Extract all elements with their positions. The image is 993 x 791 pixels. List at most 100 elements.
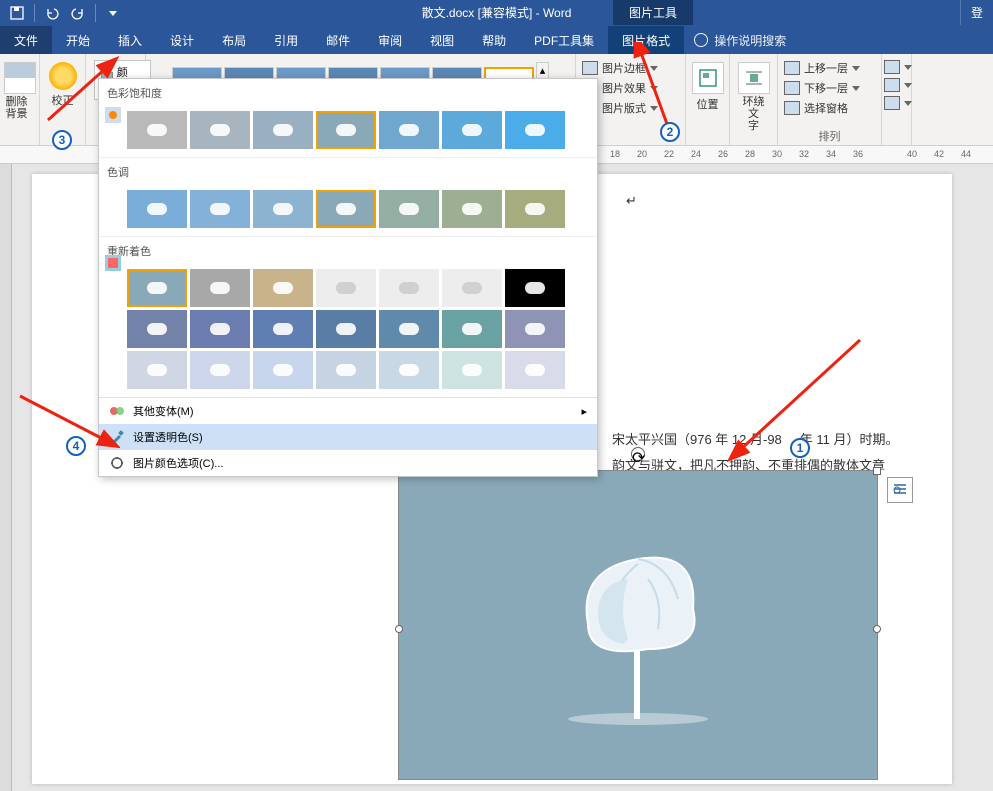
recolor-swatch[interactable] bbox=[127, 351, 187, 389]
gallery-up-icon[interactable]: ▴ bbox=[537, 63, 549, 78]
tab-view[interactable]: 视图 bbox=[416, 26, 468, 54]
save-icon[interactable] bbox=[6, 2, 28, 24]
resize-handle[interactable] bbox=[873, 625, 881, 633]
contextual-tab-label: 图片工具 bbox=[613, 0, 693, 25]
picture-border-button[interactable]: 图片边框 bbox=[582, 58, 658, 78]
annotation-badge-2: 2 bbox=[660, 122, 680, 142]
tone-swatch[interactable] bbox=[127, 190, 187, 228]
recolor-swatch[interactable] bbox=[253, 351, 313, 389]
recolor-swatch[interactable] bbox=[253, 310, 313, 348]
remove-background-button[interactable]: 删除背景 bbox=[0, 58, 40, 124]
rotate-button[interactable] bbox=[884, 94, 912, 112]
tree-illustration bbox=[528, 509, 748, 729]
tone-grid bbox=[99, 186, 597, 236]
rotate-handle[interactable]: ⟳ bbox=[631, 447, 645, 461]
annotation-badge-3: 3 bbox=[52, 130, 72, 150]
border-icon bbox=[582, 61, 598, 75]
qat-more-icon[interactable] bbox=[102, 2, 124, 24]
group-align bbox=[882, 54, 912, 145]
inserted-picture[interactable]: ⟳ bbox=[398, 470, 878, 780]
recolor-swatch[interactable] bbox=[190, 269, 250, 307]
recolor-swatch[interactable] bbox=[379, 351, 439, 389]
wrap-text-button[interactable]: 环绕文 字 bbox=[734, 58, 774, 136]
recolor-swatch[interactable] bbox=[505, 351, 565, 389]
saturation-section-title: 色彩饱和度 bbox=[99, 79, 597, 107]
recolor-swatch[interactable] bbox=[316, 269, 376, 307]
recolor-swatch[interactable] bbox=[190, 351, 250, 389]
corrections-button[interactable]: 校正 bbox=[45, 58, 81, 112]
tone-swatch[interactable] bbox=[505, 190, 565, 228]
layout-options-button[interactable] bbox=[887, 477, 913, 503]
saturation-swatch[interactable] bbox=[190, 111, 250, 149]
more-variants-item[interactable]: 其他变体(M) ▸ bbox=[99, 398, 597, 424]
login-button[interactable]: 登 bbox=[960, 0, 993, 25]
saturation-swatch[interactable] bbox=[127, 111, 187, 149]
tell-me-label: 操作说明搜索 bbox=[714, 32, 786, 49]
recolor-swatch[interactable] bbox=[442, 351, 502, 389]
saturation-swatch[interactable] bbox=[253, 111, 313, 149]
title-bar: 散文.docx [兼容模式] - Word 图片工具 登 bbox=[0, 0, 993, 26]
recolor-swatch-selected[interactable] bbox=[127, 269, 187, 307]
recolor-swatch[interactable] bbox=[127, 310, 187, 348]
tone-swatch[interactable] bbox=[190, 190, 250, 228]
set-transparent-color-item[interactable]: 设置透明色(S) bbox=[99, 424, 597, 450]
bring-forward-button[interactable]: 上移一层 bbox=[784, 58, 860, 78]
undo-icon[interactable] bbox=[41, 2, 63, 24]
saturation-grid bbox=[99, 107, 597, 157]
saturation-swatch[interactable] bbox=[505, 111, 565, 149]
selection-pane-button[interactable]: 选择窗格 bbox=[784, 98, 848, 118]
eyedropper-icon bbox=[109, 429, 125, 445]
tone-section-title: 色调 bbox=[99, 157, 597, 186]
tone-swatch-selected[interactable] bbox=[316, 190, 376, 228]
tab-mailings[interactable]: 邮件 bbox=[312, 26, 364, 54]
align-button[interactable] bbox=[884, 58, 912, 76]
tone-swatch[interactable] bbox=[379, 190, 439, 228]
recolor-swatch[interactable] bbox=[316, 351, 376, 389]
saturation-swatch[interactable] bbox=[379, 111, 439, 149]
recolor-section-title: 重新着色 bbox=[99, 236, 597, 265]
group-button[interactable] bbox=[884, 76, 912, 94]
color-dropdown-panel: 色彩饱和度 色调 重新着色 bbox=[98, 78, 598, 477]
tab-picture-format[interactable]: 图片格式 bbox=[608, 26, 684, 54]
recolor-swatch[interactable] bbox=[379, 269, 439, 307]
recolor-swatch[interactable] bbox=[379, 310, 439, 348]
recolor-swatch[interactable] bbox=[253, 269, 313, 307]
nav-thumbnail-strip[interactable] bbox=[0, 164, 12, 791]
picture-color-options-item[interactable]: 图片颜色选项(C)... bbox=[99, 450, 597, 476]
rotate-icon bbox=[884, 96, 900, 110]
group-arrange: 上移一层 下移一层 选择窗格 排列 bbox=[778, 54, 882, 145]
tab-references[interactable]: 引用 bbox=[260, 26, 312, 54]
tab-file[interactable]: 文件 bbox=[0, 26, 52, 54]
recolor-swatch[interactable] bbox=[442, 269, 502, 307]
recolor-swatch[interactable] bbox=[190, 310, 250, 348]
window-title: 散文.docx [兼容模式] - Word bbox=[422, 4, 572, 21]
tab-help[interactable]: 帮助 bbox=[468, 26, 520, 54]
tab-design[interactable]: 设计 bbox=[156, 26, 208, 54]
saturation-swatch-selected[interactable] bbox=[316, 111, 376, 149]
tone-swatch[interactable] bbox=[442, 190, 502, 228]
sun-icon bbox=[49, 62, 77, 90]
align-icon bbox=[884, 60, 900, 74]
send-backward-icon bbox=[784, 81, 800, 95]
group-wrap: 环绕文 字 bbox=[730, 54, 778, 145]
tab-review[interactable]: 审阅 bbox=[364, 26, 416, 54]
redo-icon[interactable] bbox=[67, 2, 89, 24]
remove-bg-icon bbox=[4, 62, 36, 94]
tab-home[interactable]: 开始 bbox=[52, 26, 104, 54]
resize-handle[interactable] bbox=[395, 625, 403, 633]
saturation-swatch[interactable] bbox=[442, 111, 502, 149]
annotation-badge-4: 4 bbox=[66, 436, 86, 456]
recolor-swatch[interactable] bbox=[442, 310, 502, 348]
recolor-swatch[interactable] bbox=[316, 310, 376, 348]
tab-pdf[interactable]: PDF工具集 bbox=[520, 26, 608, 54]
recolor-swatch[interactable] bbox=[505, 269, 565, 307]
tab-insert[interactable]: 插入 bbox=[104, 26, 156, 54]
recolor-swatch[interactable] bbox=[505, 310, 565, 348]
group-position: 位置 bbox=[686, 54, 730, 145]
tell-me-search[interactable]: 操作说明搜索 bbox=[684, 26, 796, 54]
send-backward-button[interactable]: 下移一层 bbox=[784, 78, 860, 98]
resize-handle[interactable] bbox=[873, 467, 881, 475]
tone-swatch[interactable] bbox=[253, 190, 313, 228]
tab-layout[interactable]: 布局 bbox=[208, 26, 260, 54]
position-button[interactable]: 位置 bbox=[688, 58, 728, 116]
